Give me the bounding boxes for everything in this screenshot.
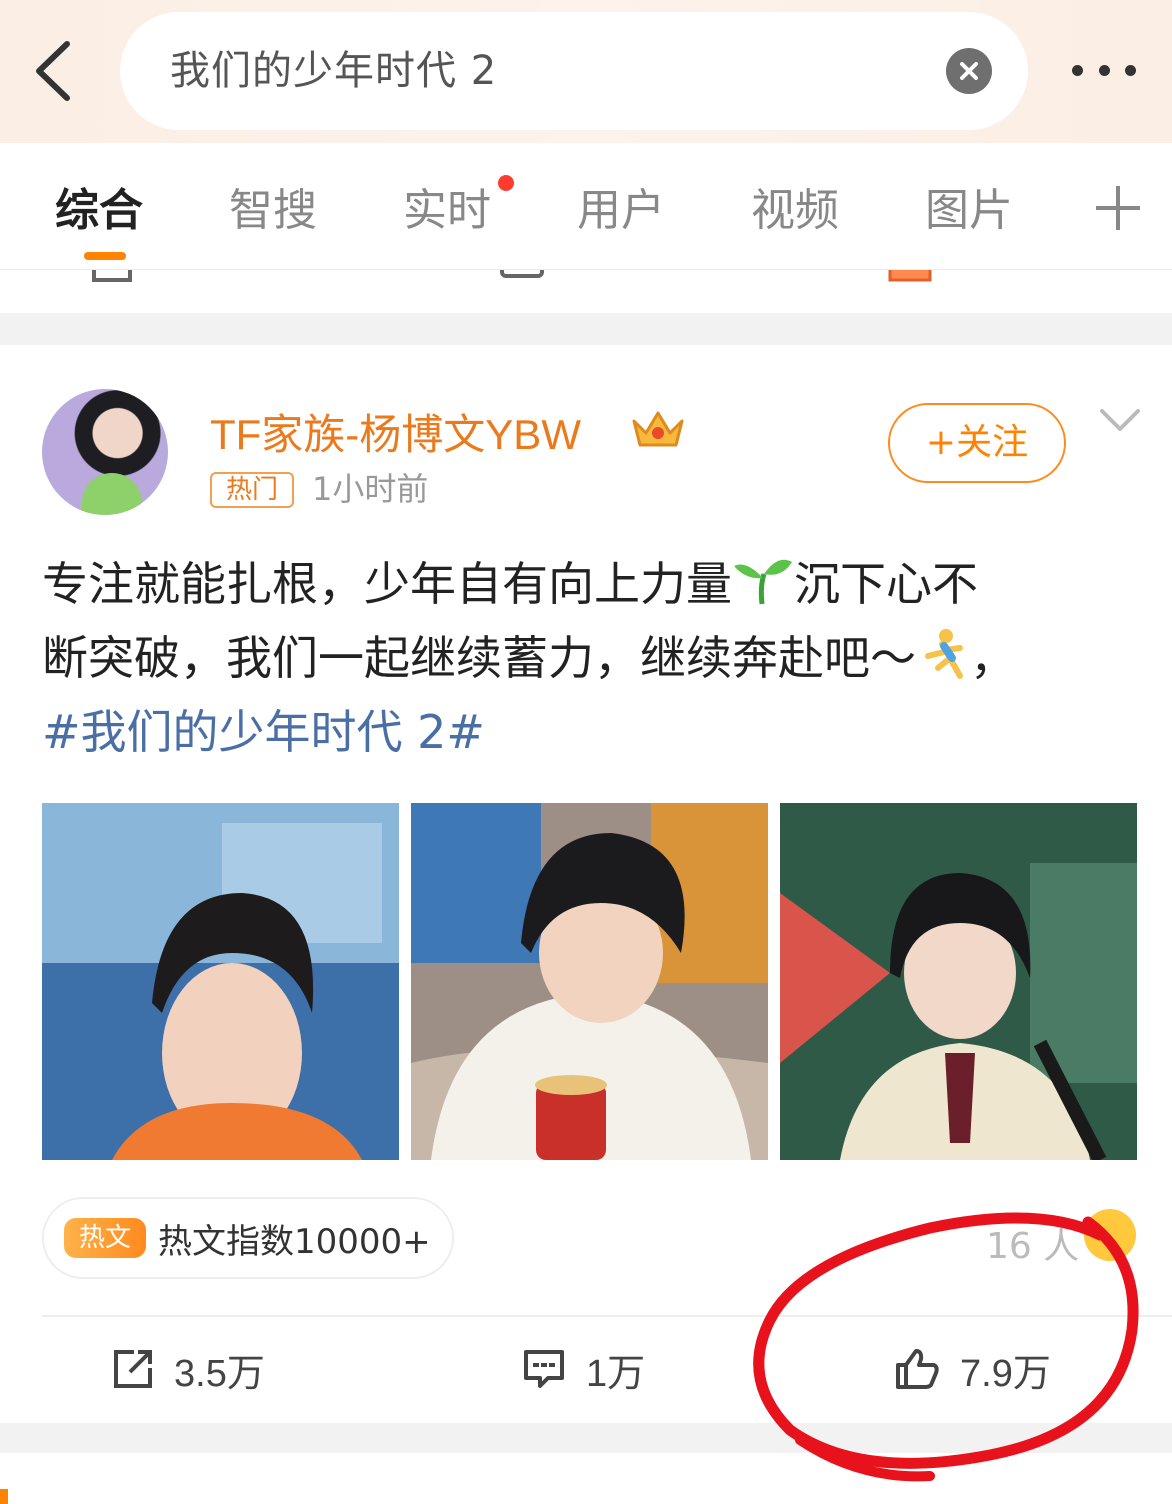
post-card: TF家族-杨博文YBW 热门 1小时前 +关注 专注就能扎根，少年自有向上力量沉… [0,345,1172,1423]
section-gap [0,1423,1172,1453]
tab-realtime[interactable]: 实时 [403,181,491,241]
section-gap [0,313,1172,345]
chevron-down-icon[interactable] [1098,405,1142,435]
avatar[interactable] [42,389,168,515]
search-query: 我们的少年时代 2 [170,48,498,94]
post-photo-2[interactable] [411,803,768,1160]
previous-post-actions [0,269,1172,313]
repost-button[interactable]: 3.5万 [112,1341,265,1397]
divider [42,1315,1172,1317]
search-header: 我们的少年时代 2 [0,0,1172,143]
hot-index-pill[interactable]: 热文 热文指数10000+ [42,1197,454,1279]
back-arrow-icon [36,41,70,101]
like-icon [896,1349,939,1389]
post-photo-3[interactable] [780,803,1137,1160]
tab-video[interactable]: 视频 [751,181,839,241]
next-section [0,1453,1172,1504]
tab-smart-search[interactable]: 智搜 [229,181,317,241]
section-accent [0,1489,8,1504]
sprout-emoji-icon [734,559,792,605]
tab-users[interactable]: 用户 [577,181,665,241]
more-icon[interactable] [1062,50,1146,90]
search-input[interactable]: 我们的少年时代 2 [120,12,1028,130]
reader-emoji-icon [1084,1209,1136,1261]
comment-count: 1万 [586,1352,646,1395]
hot-index-text: 热文指数10000+ [158,1221,431,1262]
tab-comprehensive[interactable]: 综合 [55,181,143,241]
runner-emoji-icon [925,629,963,679]
plus-icon[interactable] [1096,186,1140,230]
like-button[interactable]: 7.9万 [894,1341,1051,1397]
post-time: 1小时前 [312,470,429,508]
back-button[interactable] [28,38,78,104]
hashtag-link[interactable]: #我们的少年时代 2# [42,705,485,759]
comment-button[interactable]: 1万 [522,1341,645,1397]
crown-icon [632,411,684,447]
repost-count: 3.5万 [174,1352,265,1395]
repost-icon [92,270,132,282]
comment-icon [500,270,544,278]
follow-button[interactable]: +关注 [888,403,1066,483]
like-icon [888,270,932,282]
comment-icon [524,1350,564,1388]
reader-count: 16 人 [986,1226,1080,1267]
notification-dot [498,175,514,191]
post-photo-1[interactable] [42,803,399,1160]
tab-images[interactable]: 图片 [925,181,1013,241]
repost-icon [114,1350,152,1388]
clear-icon [960,62,978,80]
clear-button[interactable] [946,48,992,94]
hot-tag: 热门 [210,472,294,508]
hot-badge: 热文 [64,1218,146,1258]
like-count: 7.9万 [960,1352,1051,1395]
post-text: 专注就能扎根，少年自有向上力量 沉下心不 断突破，我们一起继续蓄力，继续奔赴吧～，… [42,557,1016,759]
active-tab-indicator [84,252,126,260]
username[interactable]: TF家族-杨博文YBW [210,401,581,462]
